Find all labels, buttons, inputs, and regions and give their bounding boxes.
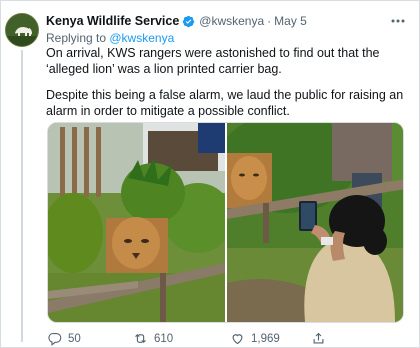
lion-bag-photo-2[interactable] bbox=[227, 123, 404, 322]
reply-action[interactable]: 50 bbox=[47, 331, 81, 346]
more-options-icon[interactable] bbox=[390, 14, 406, 28]
reply-count: 50 bbox=[68, 332, 81, 345]
author-name[interactable]: Kenya Wildlife Service bbox=[46, 14, 179, 28]
tweet-paragraph-1: On arrival, KWS rangers were astonished … bbox=[46, 46, 380, 76]
like-count: 1,969 bbox=[251, 332, 280, 345]
verified-badge-icon bbox=[183, 15, 195, 27]
author-handle[interactable]: @kwskenya bbox=[199, 14, 264, 28]
tweet-paragraph-2: Despite this being a false alarm, we lau… bbox=[46, 88, 404, 118]
tweet-text: On arrival, KWS rangers were astonished … bbox=[46, 46, 406, 119]
tweet-header: Kenya Wildlife Service @kwskenya · May 5 bbox=[46, 13, 307, 29]
separator-dot: · bbox=[267, 14, 272, 28]
like-action[interactable]: 1,969 bbox=[230, 331, 280, 346]
replying-prefix: Replying to bbox=[46, 31, 110, 45]
action-bar: 50 610 1,969 bbox=[47, 331, 407, 347]
replying-to-link[interactable]: @kwskenya bbox=[109, 31, 174, 45]
retweet-icon bbox=[135, 333, 146, 344]
reply-icon bbox=[48, 332, 62, 346]
retweet-count: 610 bbox=[154, 332, 174, 345]
lion-bag-photo-1[interactable] bbox=[48, 123, 225, 322]
retweet-action[interactable]: 610 bbox=[133, 331, 173, 346]
thread-line bbox=[21, 50, 23, 342]
author-avatar[interactable] bbox=[5, 13, 39, 47]
tweet-media bbox=[47, 122, 404, 323]
share-icon bbox=[313, 332, 324, 344]
like-icon bbox=[232, 334, 243, 345]
replying-to: Replying to @kwskenya bbox=[46, 31, 174, 45]
tweet-date[interactable]: May 5 bbox=[274, 14, 307, 28]
share-action[interactable] bbox=[311, 331, 326, 346]
